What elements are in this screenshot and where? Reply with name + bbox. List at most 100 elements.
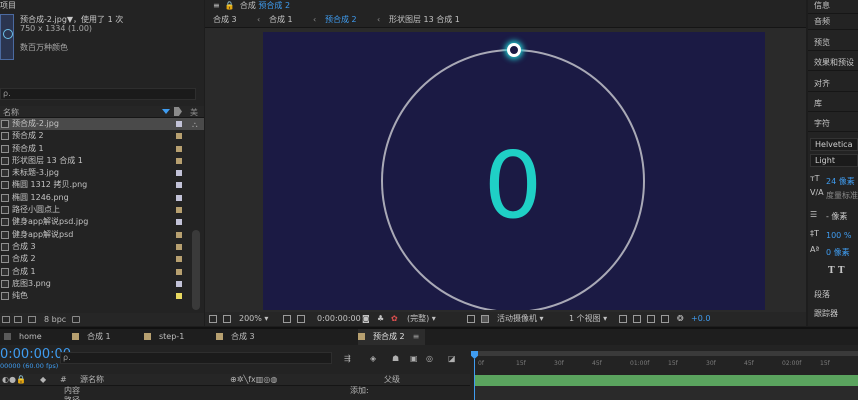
kerning-value[interactable]: 度量标准 [826,190,858,201]
column-header-type[interactable]: 美 [190,107,198,118]
timeline-search-input[interactable]: ρ. [60,352,332,364]
toggle-pixel-aspect-icon[interactable] [619,315,627,323]
label-color-swatch[interactable] [176,194,182,201]
project-file-row[interactable]: 纯色 [0,290,204,302]
label-color-swatch[interactable] [176,293,182,300]
exposure-icon[interactable]: ❂ [677,312,684,326]
monitor-icon[interactable] [223,315,231,323]
project-file-row[interactable]: 底图3.png [0,278,204,290]
baseline-shift-value[interactable]: 0 像素 [826,247,850,258]
flowchart-view-icon[interactable] [661,315,669,323]
trash-icon[interactable] [72,316,80,323]
label-color-swatch[interactable] [176,207,182,214]
column-header-name[interactable]: 名称 [3,107,19,118]
font-style-dropdown[interactable]: Light [810,154,858,167]
panel-tab-item[interactable]: 信息 [814,0,830,11]
panel-tab-item[interactable]: 字符 [814,118,830,129]
panel-tab-item[interactable]: 段落 [814,289,830,300]
layer-switches-icon[interactable]: ⊕✲╲fx▥◎◍ [230,374,277,386]
menu-icon[interactable]: ≡ [213,1,220,10]
new-folder-icon[interactable] [14,316,22,323]
timeline-tab[interactable]: 预合成 2 ≡ [358,329,426,345]
draft-3d-icon[interactable]: ◈ [370,354,376,363]
motion-blur-icon[interactable]: ◎ [426,354,433,363]
fast-preview-icon[interactable] [633,315,641,323]
region-of-interest-icon[interactable] [467,315,475,323]
timeline-tab[interactable]: 合成 3 [216,329,261,345]
label-color-swatch[interactable] [176,243,182,250]
project-file-row[interactable]: 合成 1 [0,266,204,278]
layer-property-row[interactable]: 路径 [0,396,470,400]
resolution-dropdown[interactable]: (完整) ▾ [407,312,436,326]
project-file-row[interactable]: 未标题-3.jpg [0,167,204,179]
current-time[interactable]: 0:00:00:00 [317,312,361,326]
project-file-row[interactable]: 预合成-2.jpg [0,118,204,131]
bit-depth-button[interactable]: 8 bpc [44,315,66,324]
panel-tab-item[interactable]: 效果和预设 [814,57,854,68]
breadcrumb-item[interactable]: 合成 3 [213,12,237,28]
panel-tab-item[interactable]: 音频 [814,16,830,27]
breadcrumb-item[interactable]: 形状图层 13 合成 1 [389,12,460,28]
label-color-swatch[interactable] [176,157,182,164]
views-dropdown[interactable]: 1 个视图 ▾ [569,312,607,326]
project-file-row[interactable]: 椭圆 1246.png [0,192,204,204]
color-channel-icon[interactable]: ✿ [391,312,398,326]
viewer-tab[interactable]: ≡ 🔒 合成 预合成 2 [213,0,290,11]
new-composition-icon[interactable] [28,316,36,323]
safe-area-icon[interactable] [283,315,291,323]
timeline-tab[interactable]: home [4,329,48,345]
panel-tab-item[interactable]: 跟踪器 [814,308,838,319]
label-color-swatch[interactable] [176,145,182,152]
timeline-tab[interactable]: 合成 1 [72,329,117,345]
project-file-row[interactable]: 健身app解说psd.jpg [0,216,204,228]
label-color-swatch[interactable] [176,133,182,140]
label-column-icon[interactable]: ◆ [40,374,46,386]
column-header-parent[interactable]: 父级 [384,374,400,386]
project-file-row[interactable]: 路径小圆点上 [0,204,204,216]
project-file-row[interactable]: 健身app解说psd [0,229,204,241]
camera-dropdown[interactable]: 活动摄像机 ▾ [497,312,544,326]
av-switches-icon[interactable]: ◐●🔒 [2,374,26,386]
breadcrumb-item[interactable]: 预合成 2 [325,12,357,28]
lock-icon[interactable]: 🔒 [225,1,235,10]
label-color-swatch[interactable] [176,256,182,263]
label-color-swatch[interactable] [176,280,182,287]
exposure-value[interactable]: +0.0 [691,312,710,326]
label-color-swatch[interactable] [176,219,182,226]
font-family-dropdown[interactable]: Helvetica [810,138,858,151]
ring-handle[interactable] [507,43,521,57]
project-file-row[interactable]: 预合成 1 [0,143,204,155]
graph-editor-icon[interactable]: ◪ [448,354,456,363]
panel-tab-item[interactable]: 库 [814,98,822,109]
property-add-label[interactable]: 添加: [350,386,369,396]
project-scrollbar[interactable] [192,230,200,310]
layer-duration-bar[interactable] [475,375,858,386]
project-file-row[interactable]: 椭圆 1312 拷贝.png [0,179,204,191]
comp-mini-flowchart-icon[interactable]: ⇶ [344,354,351,363]
label-color-swatch[interactable] [176,231,182,238]
flowchart-icon[interactable]: ⛬ [192,120,198,130]
snapshot-icon[interactable]: ◙ [362,312,370,326]
label-color-swatch[interactable] [176,170,182,177]
label-color-swatch[interactable] [176,121,182,127]
zoom-dropdown[interactable]: 200% ▾ [239,312,268,326]
project-file-row[interactable]: 预合成 2 [0,130,204,142]
project-file-row[interactable]: 形状图层 13 合成 1 [0,155,204,167]
project-search-input[interactable]: ρ. [0,88,196,100]
project-tab-title[interactable]: 项目 [0,0,16,11]
interpret-footage-icon[interactable] [2,316,10,323]
panel-tab-item[interactable]: 预览 [814,37,830,48]
show-snapshot-icon[interactable]: ♣ [377,312,384,326]
sort-arrow-icon[interactable] [162,109,170,114]
faux-bold-buttons[interactable]: T T [828,266,845,276]
composition-canvas[interactable]: 0 [263,32,765,310]
work-area-bar[interactable] [474,351,858,356]
column-header-number[interactable]: # [60,374,67,386]
mask-visibility-icon[interactable] [297,315,305,323]
shy-layers-icon[interactable]: ☗ [392,354,399,363]
layer-property-row[interactable]: 内容 添加: [0,386,470,396]
grid-toggle-icon[interactable] [209,315,217,323]
label-color-swatch[interactable] [176,182,182,189]
project-file-row[interactable]: 合成 2 [0,253,204,265]
project-file-row[interactable]: 合成 3 [0,241,204,253]
